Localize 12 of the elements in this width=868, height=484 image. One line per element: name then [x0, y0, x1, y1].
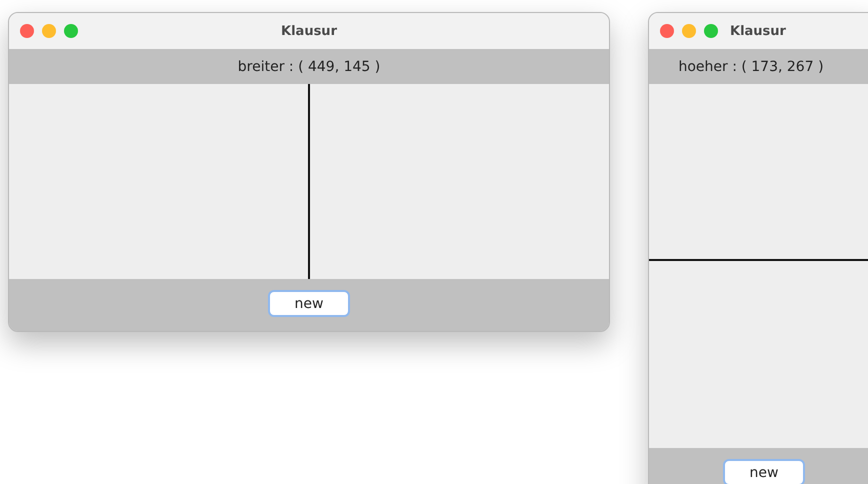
minimize-button[interactable] [42, 24, 56, 38]
close-button[interactable] [660, 24, 674, 38]
status-text: breiter : ( 449, 145 ) [238, 58, 380, 74]
new-button[interactable]: new [268, 290, 350, 317]
close-button[interactable] [20, 24, 34, 38]
new-button[interactable]: new [723, 459, 805, 484]
zoom-button[interactable] [704, 24, 718, 38]
window-title: Klausur [281, 24, 337, 38]
status-text: hoeher : ( 173, 267 ) [678, 58, 824, 74]
minimize-button[interactable] [682, 24, 696, 38]
zoom-button[interactable] [64, 24, 78, 38]
window-title: Klausur [730, 24, 786, 38]
